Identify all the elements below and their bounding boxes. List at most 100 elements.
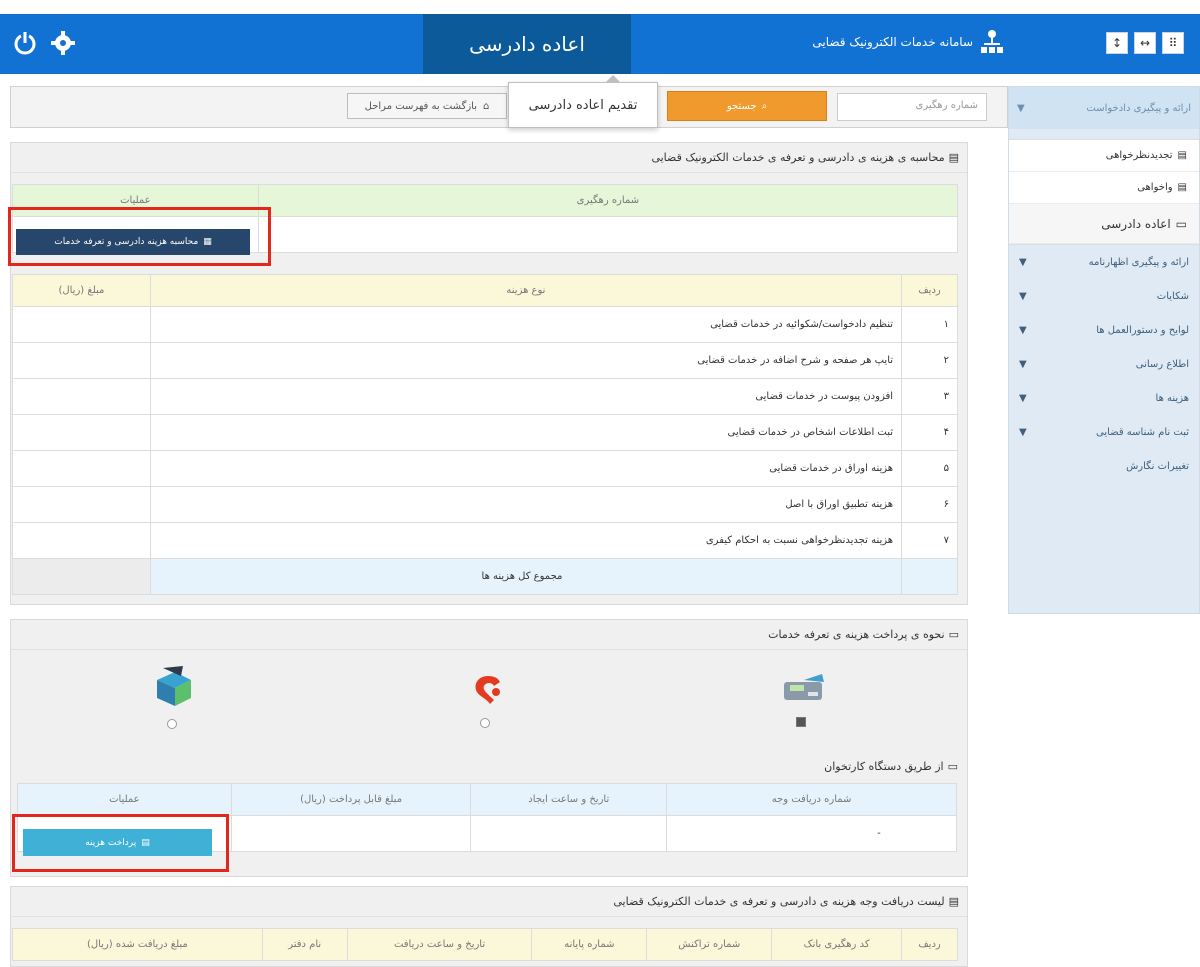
- row-fee-type: تایپ هر صفحه و شرح اضافه در خدمات قضایی: [149, 342, 903, 379]
- chevron-down-icon: ▼: [1019, 256, 1027, 268]
- col-payable-amount: مبلغ قابل پرداخت (ریال): [230, 783, 472, 816]
- document-icon: ▤: [1177, 150, 1187, 161]
- gear-icon[interactable]: [50, 30, 76, 56]
- chevron-down-icon: ▼: [1019, 426, 1027, 438]
- bank-deposit-icon[interactable]: [153, 664, 195, 710]
- col-row: ردیف: [901, 274, 958, 307]
- col-received-at: تاریخ و ساعت دریافت: [346, 928, 533, 961]
- col-received-amount: مبلغ دریافت شده (ریال): [12, 928, 263, 961]
- row-index: ۳: [901, 378, 958, 415]
- resize-horizontal-button[interactable]: ↔: [1134, 32, 1156, 54]
- chevron-down-icon: ▼: [1019, 290, 1027, 302]
- col-created-at: تاریخ و ساعت ایجاد: [470, 783, 668, 816]
- sidebar-item-registration[interactable]: ثبت نام شناسه قضایی ▼: [1009, 415, 1199, 449]
- menu-label: شکایات: [1156, 290, 1189, 302]
- site-title: سامانه خدمات الکترونیک قضایی: [808, 22, 1003, 62]
- total-label: مجموع کل هزینه ها: [149, 558, 903, 595]
- window-buttons: ↕ ↔ ⠿: [1106, 32, 1184, 54]
- table-row: ۴ ثبت اطلاعات اشخاص در خدمات قضایی: [12, 414, 958, 451]
- row-amount: [12, 414, 151, 451]
- chevron-down-icon: ▼: [1019, 324, 1027, 336]
- calc-panel-title: ▤ محاسبه ی هزینه ی دادرسی و تعرفه ی خدما…: [11, 143, 967, 173]
- table-row: ۵ هزینه اوراق در خدمات قضایی: [12, 450, 958, 487]
- fees-table: ردیف نوع هزینه مبلغ (ریال) ۱ تنظیم دادخوا…: [12, 274, 958, 595]
- sidebar-item-complaints[interactable]: شکایات ▼: [1009, 279, 1199, 313]
- submit-retrial-popover[interactable]: تقدیم اعاده دادرسی: [508, 75, 658, 128]
- document-icon: ▤: [1177, 182, 1187, 193]
- col-terminal: شماره پایانه: [531, 928, 648, 961]
- col-operations: عملیات: [12, 184, 259, 217]
- row-index: ۵: [901, 450, 958, 487]
- popover-label: تقدیم اعاده دادرسی: [528, 97, 638, 113]
- row-amount: [12, 378, 151, 415]
- col-bank-tracking: کد رهگیری بانک: [771, 928, 903, 961]
- home-icon: ⌂: [483, 100, 490, 112]
- receipt-number-cell: -: [666, 815, 957, 852]
- online-radio[interactable]: [480, 718, 490, 728]
- sidebar-item-costs[interactable]: هزینه ها ▼: [1009, 381, 1199, 415]
- row-amount: [12, 306, 151, 343]
- search-label: جستجو: [726, 100, 757, 112]
- row-amount: [12, 486, 151, 523]
- row-fee-type: افزودن پیوست در خدمات قضایی: [149, 378, 903, 415]
- col-tracking: شماره رهگیری: [257, 184, 959, 217]
- pos-radio[interactable]: [796, 717, 806, 727]
- sidebar: ارائه و پیگیری دادخواست ▼ ▤ تجدیدنظرخواه…: [1008, 86, 1200, 614]
- sidebar-item-declaration[interactable]: ارائه و پیگیری اظهارنامه ▼: [1009, 245, 1199, 279]
- sidebar-item-objection[interactable]: ▤ واخواهی: [1009, 172, 1199, 204]
- row-index: ۶: [901, 486, 958, 523]
- row-fee-type: هزینه اوراق در خدمات قضایی: [149, 450, 903, 487]
- card-icon: ▭: [948, 628, 959, 641]
- sidebar-item-changelog[interactable]: تغییرات نگارش: [1009, 449, 1199, 483]
- row-amount: [12, 450, 151, 487]
- search-icon: ⌕: [761, 100, 768, 112]
- table-row: ۱ تنظیم دادخواست/شکوائیه در خدمات قضایی: [12, 306, 958, 343]
- row-index: ۴: [901, 414, 958, 451]
- chevron-down-icon: ▼: [1017, 102, 1025, 114]
- pos-subtitle: ▭ از طریق دستگاه کارتخوان: [700, 755, 958, 777]
- back-label: بازگشت به فهرست مراحل: [364, 100, 477, 112]
- calculate-fees-button[interactable]: ▦ محاسبه هزینه دادرسی و تعرفه خدمات: [16, 229, 250, 255]
- pos-terminal-icon[interactable]: [778, 670, 828, 708]
- col-row: ردیف: [901, 928, 958, 961]
- power-icon[interactable]: [12, 30, 38, 56]
- search-button[interactable]: جستجو ⌕: [667, 91, 827, 121]
- list-icon: ▤: [948, 895, 959, 908]
- col-fee-type: نوع هزینه: [149, 274, 903, 307]
- panel-title-text: محاسبه ی هزینه ی دادرسی و تعرفه ی خدمات …: [651, 151, 945, 164]
- table-row: ۷ هزینه تجدیدنظرخواهی نسبت به احکام کیفری: [12, 522, 958, 559]
- sidebar-item-appeal[interactable]: ▤ تجدیدنظرخواهی: [1009, 140, 1199, 172]
- pay-fee-button[interactable]: پرداخت هزینه ▤: [23, 829, 212, 856]
- back-to-steps-button[interactable]: ⌂ بازگشت به فهرست مراحل: [347, 93, 507, 119]
- online-pay-icon[interactable]: [468, 670, 508, 708]
- calc-button-label: محاسبه هزینه دادرسی و تعرفه خدمات: [54, 237, 199, 247]
- col-operations: عملیات: [17, 783, 232, 816]
- sidebar-item-news[interactable]: اطلاع رسانی ▼: [1009, 347, 1199, 381]
- col-transaction: شماره تراکنش: [646, 928, 773, 961]
- total-amount: [12, 558, 151, 595]
- row-index: ۷: [901, 522, 958, 559]
- grid-button[interactable]: ⠿: [1162, 32, 1184, 54]
- row-amount: [12, 522, 151, 559]
- bank-radio[interactable]: [167, 719, 177, 729]
- active-section-title[interactable]: اعاده دادرسی: [423, 14, 631, 74]
- list-icon: ▤: [948, 151, 959, 164]
- menu-label: ارائه و پیگیری اظهارنامه: [1088, 256, 1189, 268]
- receipt-panel-title: ▤ لیست دریافت وجه هزینه ی دادرسی و تعرفه…: [11, 887, 967, 917]
- calculator-icon: ▦: [203, 237, 212, 247]
- row-amount: [12, 342, 151, 379]
- resize-vertical-button[interactable]: ↕: [1106, 32, 1128, 54]
- sidebar-item-retrial[interactable]: ▭ اعاده دادرسی: [1009, 204, 1199, 244]
- sidebar-item-bills[interactable]: لوایح و دستورالعمل ها ▼: [1009, 313, 1199, 347]
- site-title-text: سامانه خدمات الکترونیک قضایی: [812, 35, 973, 49]
- tracking-input[interactable]: شماره رهگیری: [837, 93, 987, 121]
- col-amount: مبلغ (ریال): [12, 274, 151, 307]
- payable-cell: [230, 815, 472, 852]
- chevron-down-icon: ▼: [1019, 358, 1027, 370]
- sidebar-head-label: ارائه و پیگیری دادخواست: [1086, 102, 1191, 114]
- created-at-cell: [470, 815, 668, 852]
- sidebar-item-label: اعاده دادرسی: [1101, 216, 1171, 231]
- sidebar-head[interactable]: ارائه و پیگیری دادخواست ▼: [1009, 87, 1199, 129]
- row-fee-type: ثبت اطلاعات اشخاص در خدمات قضایی: [149, 414, 903, 451]
- table-row: ۳ افزودن پیوست در خدمات قضایی: [12, 378, 958, 415]
